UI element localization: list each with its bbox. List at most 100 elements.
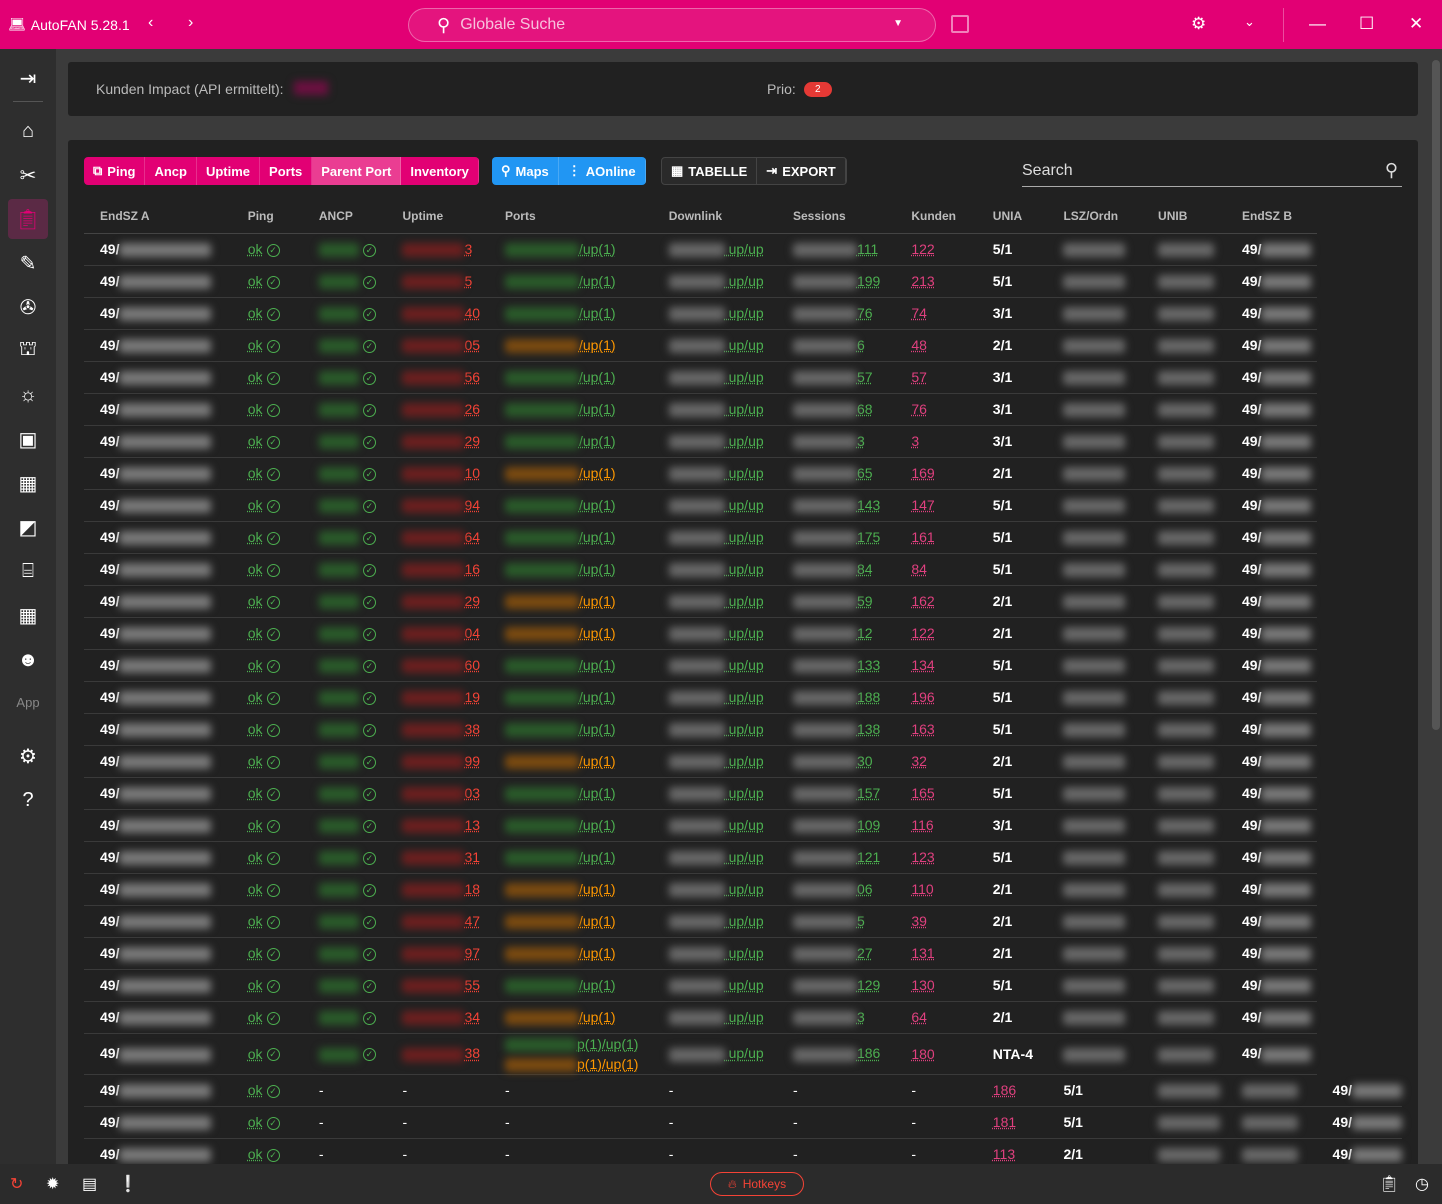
table-row[interactable]: 49/ok ✓ ✓ 05/up(1) up/up 6 48 2/1 49/ <box>84 329 1402 362</box>
table-row[interactable]: 49/ok ✓ ✓ 3/up(1) up/up 111 122 5/1 49/ <box>84 233 1402 266</box>
table-row[interactable]: 49/ok ✓ ✓ 16/up(1) up/up 84 84 5/1 49/ <box>84 553 1402 586</box>
uptime-value[interactable]: 94 <box>464 497 480 513</box>
table-row[interactable]: 49/ok ✓ ✓ 34/up(1) up/up 3 64 2/1 49/ <box>84 1001 1402 1034</box>
kunden-value[interactable]: 196 <box>911 689 934 705</box>
table-row[interactable]: 49/ok ✓ ✓ 10/up(1) up/up 65 169 2/1 49/ <box>84 457 1402 490</box>
clipboard-icon[interactable]: 📋︎ <box>1379 1174 1399 1194</box>
ports-value[interactable]: /up(1) <box>579 369 616 385</box>
toolbar-button-parent-port[interactable]: Parent Port <box>312 157 402 185</box>
table-row[interactable]: 49/ok ✓ ✓ 29/up(1) up/up 59 162 2/1 49/ <box>84 585 1402 618</box>
uptime-value[interactable]: 97 <box>464 945 480 961</box>
ping-status[interactable]: ok <box>248 913 263 929</box>
kunden-value[interactable]: 110 <box>911 881 933 897</box>
settings-icon[interactable]: ⚙ <box>1191 14 1206 34</box>
kunden-value[interactable]: 130 <box>911 977 934 993</box>
ports-value[interactable]: /up(1) <box>579 465 616 481</box>
checkbox[interactable] <box>951 15 969 33</box>
ping-status[interactable]: ok <box>248 657 263 673</box>
table-row[interactable]: 49/ok ✓ ✓ 31/up(1) up/up 121 123 5/1 49/ <box>84 841 1402 874</box>
kunden-value[interactable]: 122 <box>911 625 934 641</box>
downlink-value[interactable]: up/up <box>725 945 764 961</box>
sessions-value[interactable]: 06 <box>857 881 873 897</box>
sessions-value[interactable]: 76 <box>857 305 873 321</box>
downlink-value[interactable]: up/up <box>725 625 764 641</box>
table-row[interactable]: 49/ok ✓ ✓ 47/up(1) up/up 5 39 2/1 49/ <box>84 905 1402 938</box>
refresh-icon[interactable]: ↻ <box>10 1174 23 1194</box>
ports-value[interactable]: /up(1) <box>579 337 616 353</box>
ping-status[interactable]: ok <box>248 401 263 417</box>
ping-status[interactable]: ok <box>248 337 263 353</box>
ticket-icon[interactable]: ▦ <box>8 463 48 503</box>
kunden-value[interactable]: 165 <box>911 785 934 801</box>
table-row[interactable]: 49/ok ✓ ✓ 29/up(1) up/up 3 3 3/1 49/ <box>84 425 1402 458</box>
downlink-value[interactable]: up/up <box>725 561 764 577</box>
uptime-value[interactable]: 34 <box>464 1009 480 1025</box>
sessions-value[interactable]: 188 <box>857 689 880 705</box>
column-header-ports[interactable]: Ports <box>488 200 653 234</box>
sessions-value[interactable]: 121 <box>857 849 880 865</box>
toolbar-button-uptime[interactable]: Uptime <box>197 157 261 185</box>
kunden-value[interactable]: 169 <box>911 465 934 481</box>
kunden-value[interactable]: 162 <box>911 593 934 609</box>
ping-status[interactable]: ok <box>248 497 263 513</box>
column-header-downlink[interactable]: Downlink <box>652 200 777 234</box>
card-icon[interactable]: ▣ <box>8 419 48 459</box>
table-row[interactable]: 49/ok ✓ ✓ 5/up(1) up/up 199 213 5/1 49/ <box>84 265 1402 298</box>
downlink-value[interactable]: up/up <box>725 369 764 385</box>
sessions-value[interactable]: 138 <box>857 721 880 737</box>
table-row[interactable]: 49/ok ✓ ✓ 94/up(1) up/up 143 147 5/1 49/ <box>84 489 1402 522</box>
uptime-value[interactable]: 13 <box>464 817 480 833</box>
uptime-value[interactable]: 03 <box>464 785 480 801</box>
kunden-value[interactable]: 134 <box>911 657 934 673</box>
ports-value[interactable]: /up(1) <box>579 977 616 993</box>
sessions-value[interactable]: 199 <box>857 273 880 289</box>
ping-status[interactable]: ok <box>248 273 263 289</box>
uptime-value[interactable]: 3 <box>464 241 472 257</box>
sessions-value[interactable]: 3 <box>857 433 865 449</box>
ping-status[interactable]: ok <box>248 977 263 993</box>
ping-status[interactable]: ok <box>248 1114 263 1130</box>
table-row[interactable]: 49/ok ✓ - - - - - -186 5/1 49/ <box>84 1074 1402 1107</box>
ports-value[interactable]: /up(1) <box>579 817 616 833</box>
help-icon[interactable]: ? <box>8 780 48 820</box>
toolbar-button-export[interactable]: ⇥ EXPORT <box>757 158 846 184</box>
alarm-light-icon[interactable]: ☼ <box>8 375 48 415</box>
scrollbar[interactable] <box>1432 60 1440 730</box>
ping-status[interactable]: ok <box>248 593 263 609</box>
table-row[interactable]: 49/ok ✓ ✓ 55/up(1) up/up 129 130 5/1 49/ <box>84 969 1402 1002</box>
column-header-endsza[interactable]: EndSZ A <box>84 200 232 234</box>
ports-value[interactable]: /up(1) <box>579 657 616 673</box>
ports-value[interactable]: /up(1) <box>579 785 616 801</box>
hotkeys-button[interactable]: 🔥︎ Hotkeys <box>710 1172 804 1196</box>
clock-icon[interactable]: ◷ <box>1415 1174 1429 1194</box>
chevron-down-icon[interactable]: ▼ <box>893 18 903 29</box>
ports-value[interactable]: p(1)/up(1) <box>577 1056 638 1072</box>
ping-status[interactable]: ok <box>248 753 263 769</box>
ping-status[interactable]: ok <box>248 945 263 961</box>
ping-status[interactable]: ok <box>248 433 263 449</box>
table-row[interactable]: 49/ok ✓ ✓ 18/up(1) up/up 06 110 2/1 49/ <box>84 873 1402 906</box>
downlink-value[interactable]: up/up <box>725 273 764 289</box>
ping-status[interactable]: ok <box>248 369 263 385</box>
toolbar-button-tabelle[interactable]: ▦ TABELLE <box>662 158 758 184</box>
uptime-value[interactable]: 64 <box>464 529 480 545</box>
forward-button[interactable]: › <box>188 14 193 32</box>
uptime-value[interactable]: 38 <box>464 1045 480 1061</box>
ping-status[interactable]: ok <box>248 1146 263 1162</box>
column-header-lszordn[interactable]: LSZ/Ordn <box>1047 200 1143 234</box>
ports-value[interactable]: /up(1) <box>579 881 616 897</box>
kunden-value[interactable]: 113 <box>993 1146 1015 1162</box>
downlink-value[interactable]: up/up <box>725 753 764 769</box>
settings-icon[interactable]: ⚙ <box>8 736 48 776</box>
table-row[interactable]: 49/ok ✓ ✓ 19/up(1) up/up 188 196 5/1 49/ <box>84 681 1402 714</box>
downlink-value[interactable]: up/up <box>725 305 764 321</box>
uptime-value[interactable]: 26 <box>464 401 480 417</box>
uptime-value[interactable]: 05 <box>464 337 480 353</box>
ping-status[interactable]: ok <box>248 241 263 257</box>
table-search-input[interactable]: Search ⚲ <box>1022 160 1402 187</box>
uptime-value[interactable]: 5 <box>464 273 472 289</box>
ports-value[interactable]: /up(1) <box>579 849 616 865</box>
kunden-value[interactable]: 213 <box>911 273 934 289</box>
maximize-icon[interactable]: ☐ <box>1359 14 1374 34</box>
uptime-value[interactable]: 19 <box>464 689 480 705</box>
